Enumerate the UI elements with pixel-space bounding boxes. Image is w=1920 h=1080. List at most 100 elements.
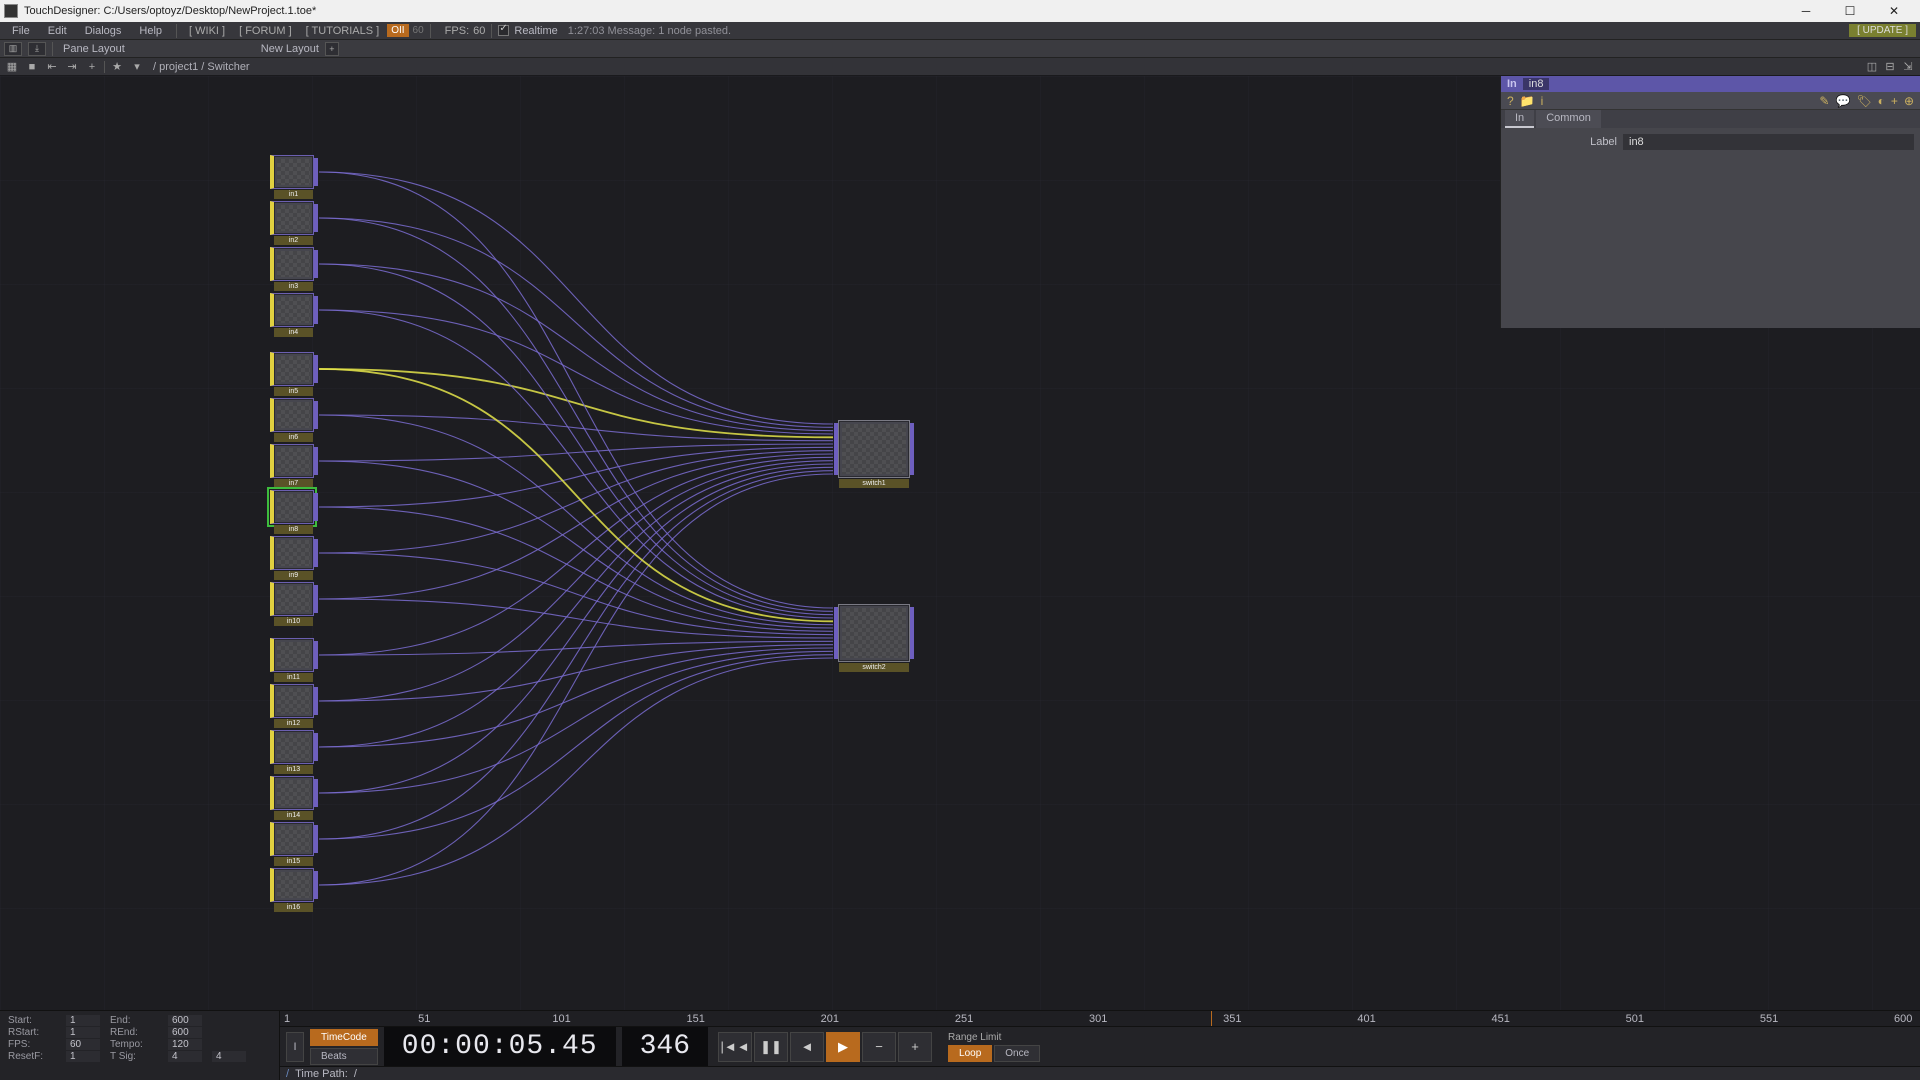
time-path-value[interactable]: /	[354, 1068, 357, 1080]
link-wiki[interactable]: [ WIKI ]	[183, 23, 231, 39]
node-in12[interactable]: in12	[270, 684, 314, 718]
node-in13[interactable]: in13	[270, 730, 314, 764]
node-in15[interactable]: in15	[270, 822, 314, 856]
lang-icon[interactable]: ⊕	[1904, 94, 1914, 108]
node-in1[interactable]: in1	[270, 155, 314, 189]
minus-button[interactable]: −	[862, 1032, 896, 1062]
update-button[interactable]: [ UPDATE ]	[1849, 24, 1916, 37]
link-forum[interactable]: [ FORUM ]	[233, 23, 298, 39]
status-message: 1:27:03 Message: 1 node pasted.	[568, 25, 731, 37]
parameter-tabs: In Common	[1501, 110, 1920, 128]
timecode-button[interactable]: TimeCode	[310, 1029, 378, 1046]
range-limit-label: Range Limit	[948, 1032, 1040, 1043]
parameter-header: In in8	[1501, 76, 1920, 92]
beats-button[interactable]: Beats	[310, 1048, 378, 1065]
pane-layout-label[interactable]: Pane Layout	[63, 43, 125, 55]
node-in9[interactable]: in9	[270, 536, 314, 570]
parameter-body: Label in8	[1501, 128, 1920, 328]
network-editor[interactable]: in1 in2 in3 in4 in5 in6 in7 in8 in9 in10 in11 in12 i…	[0, 76, 1920, 1010]
network-path[interactable]: / project1 / Switcher	[153, 61, 250, 73]
node-in6[interactable]: in6	[270, 398, 314, 432]
node-in3[interactable]: in3	[270, 247, 314, 281]
new-layout-add-icon[interactable]: +	[325, 42, 339, 56]
current-time[interactable]: 00:00:05.45	[384, 1027, 616, 1066]
plus-button[interactable]: +	[898, 1032, 932, 1062]
time-path-label: Time Path:	[295, 1068, 348, 1080]
timeline: Start:1End:600RStart:1REnd:600FPS:60Temp…	[0, 1010, 1920, 1080]
window-minimize-button[interactable]: ─	[1784, 0, 1828, 22]
python-icon[interactable]: 📁	[1520, 94, 1535, 108]
node-in7[interactable]: in7	[270, 444, 314, 478]
bookmark-icon[interactable]: ■	[24, 60, 40, 74]
node-in4[interactable]: in4	[270, 293, 314, 327]
link-tutorials[interactable]: [ TUTORIALS ]	[300, 23, 386, 39]
timeline-ruler[interactable]: 151101151201251301351401451501551600	[280, 1011, 1920, 1027]
star-icon[interactable]: ★	[109, 60, 125, 74]
pause-button[interactable]: ❚❚	[754, 1032, 788, 1062]
path-bar: ▦ ■ ⇤ ⇥ + ★ ▾ / project1 / Switcher ◫ ⊟ …	[0, 58, 1920, 76]
edit-icon[interactable]: ✎	[1819, 94, 1829, 108]
app-icon	[4, 4, 18, 18]
parameter-toolbar: ? 📁 i ✎ 💬 🏷 ◐ + ⊕	[1501, 92, 1920, 110]
play-button[interactable]: ▶	[826, 1032, 860, 1062]
pane-split-h-icon[interactable]: ◫	[1864, 60, 1880, 74]
window-maximize-button[interactable]: ☐	[1828, 0, 1872, 22]
node-switch1[interactable]: switch1	[838, 420, 910, 478]
menu-dialogs[interactable]: Dialogs	[77, 23, 130, 39]
time-path-bar: / Time Path: /	[280, 1066, 1920, 1080]
node-in5[interactable]: in5	[270, 352, 314, 386]
window-titlebar: TouchDesigner: C:/Users/optoyz/Desktop/N…	[0, 0, 1920, 22]
operator-name[interactable]: in8	[1523, 78, 1550, 90]
nav-back-icon[interactable]: ⇤	[44, 60, 60, 74]
param-label-value[interactable]: in8	[1623, 134, 1914, 150]
nav-fwd-icon[interactable]: ⇥	[64, 60, 80, 74]
color-icon[interactable]: ◐	[1878, 94, 1885, 108]
license-badge: OII	[387, 24, 408, 37]
window-close-button[interactable]: ✕	[1872, 0, 1916, 22]
timeline-settings: Start:1End:600RStart:1REnd:600FPS:60Temp…	[0, 1011, 280, 1080]
comment-icon[interactable]: 💬	[1835, 94, 1850, 108]
current-frame[interactable]: 346	[622, 1027, 708, 1066]
tab-in[interactable]: In	[1505, 110, 1534, 128]
step-back-button[interactable]: ◄	[790, 1032, 824, 1062]
pane-type-icon[interactable]: ▦	[4, 60, 20, 74]
tag-icon[interactable]: 🏷	[1856, 94, 1871, 108]
new-layout-label[interactable]: New Layout	[261, 43, 319, 55]
once-button[interactable]: Once	[994, 1045, 1040, 1062]
realtime-label: Realtime	[514, 25, 557, 37]
fps-label: FPS:	[445, 25, 469, 37]
menu-help[interactable]: Help	[131, 23, 170, 39]
param-label-key: Label	[1507, 136, 1617, 148]
node-in11[interactable]: in11	[270, 638, 314, 672]
operator-type: In	[1507, 78, 1517, 90]
tab-common[interactable]: Common	[1536, 110, 1601, 128]
node-in10[interactable]: in10	[270, 582, 314, 616]
nav-up-icon[interactable]: +	[84, 60, 100, 74]
node-in8[interactable]: in8	[270, 490, 314, 524]
layout-icon-2[interactable]: ⤓	[28, 42, 46, 56]
parameter-panel: In in8 ? 📁 i ✎ 💬 🏷 ◐ + ⊕ In Common Label…	[1500, 76, 1920, 328]
pane-close-icon[interactable]: ⇲	[1900, 60, 1916, 74]
timeline-controls: I TimeCode Beats 00:00:05.45 346 |◄◄ ❚❚ …	[280, 1027, 1920, 1066]
loop-button[interactable]: Loop	[948, 1045, 992, 1062]
expand-icon[interactable]: ▾	[129, 60, 145, 74]
menu-file[interactable]: File	[4, 23, 38, 39]
time-path-slash-icon[interactable]: /	[286, 1068, 289, 1080]
pane-split-v-icon[interactable]: ⊟	[1882, 60, 1898, 74]
fps-value: 60	[473, 25, 485, 37]
menu-bar: File Edit Dialogs Help [ WIKI ] [ FORUM …	[0, 22, 1920, 40]
rewind-button[interactable]: |◄◄	[718, 1032, 752, 1062]
node-in16[interactable]: in16	[270, 868, 314, 902]
menu-edit[interactable]: Edit	[40, 23, 75, 39]
node-switch2[interactable]: switch2	[838, 604, 910, 662]
help-icon[interactable]: ?	[1507, 94, 1514, 108]
add-page-icon[interactable]: +	[1891, 94, 1898, 108]
node-in2[interactable]: in2	[270, 201, 314, 235]
layout-icon-1[interactable]: ▥	[4, 42, 22, 56]
timeline-toggle-icon[interactable]: I	[286, 1032, 304, 1062]
node-in14[interactable]: in14	[270, 776, 314, 810]
realtime-checkbox[interactable]	[498, 25, 509, 36]
info-icon[interactable]: i	[1541, 94, 1544, 108]
window-title: TouchDesigner: C:/Users/optoyz/Desktop/N…	[24, 5, 1784, 17]
layout-bar: ▥ ⤓ Pane Layout New Layout +	[0, 40, 1920, 58]
